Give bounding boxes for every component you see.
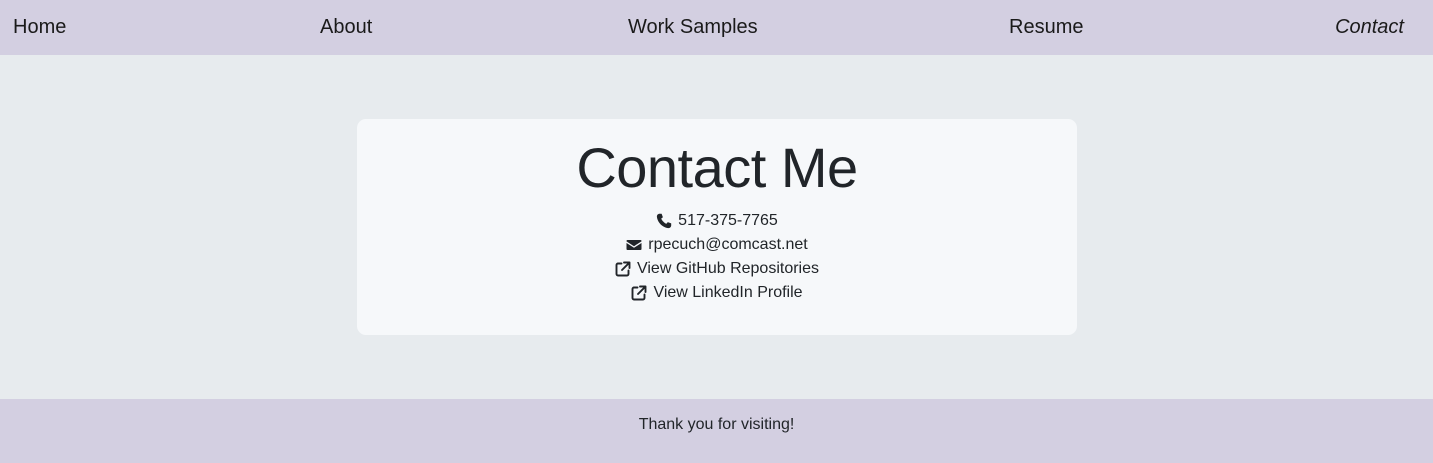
page-title: Contact Me bbox=[576, 136, 858, 199]
linkedin-link[interactable]: View LinkedIn Profile bbox=[653, 281, 802, 305]
nav-link-work-samples[interactable]: Work Samples bbox=[628, 14, 758, 40]
linkedin-row: View LinkedIn Profile bbox=[357, 281, 1077, 305]
external-link-icon bbox=[631, 285, 647, 301]
contact-card: Contact Me 517-375-7765 rpecuch@comcast.… bbox=[357, 119, 1077, 335]
github-row: View GitHub Repositories bbox=[357, 257, 1077, 281]
phone-icon bbox=[656, 213, 672, 229]
email-address: rpecuch@comcast.net bbox=[648, 236, 808, 253]
nav-link-home[interactable]: Home bbox=[13, 14, 66, 40]
nav-link-about[interactable]: About bbox=[320, 14, 372, 40]
github-link[interactable]: View GitHub Repositories bbox=[637, 257, 819, 281]
footer-text: Thank you for visiting! bbox=[638, 416, 795, 433]
contact-info-list: 517-375-7765 rpecuch@comcast.net View Gi… bbox=[357, 209, 1077, 305]
external-link-icon bbox=[615, 261, 631, 277]
nav-link-resume[interactable]: Resume bbox=[1009, 14, 1083, 40]
phone-number: 517-375-7765 bbox=[678, 212, 778, 229]
phone-row: 517-375-7765 bbox=[357, 209, 1077, 233]
top-navbar: Home About Work Samples Resume Contact bbox=[0, 0, 1433, 55]
page-footer: Thank you for visiting! bbox=[0, 399, 1433, 463]
envelope-icon bbox=[626, 237, 642, 253]
email-row: rpecuch@comcast.net bbox=[357, 233, 1077, 257]
nav-link-contact[interactable]: Contact bbox=[1335, 14, 1404, 40]
